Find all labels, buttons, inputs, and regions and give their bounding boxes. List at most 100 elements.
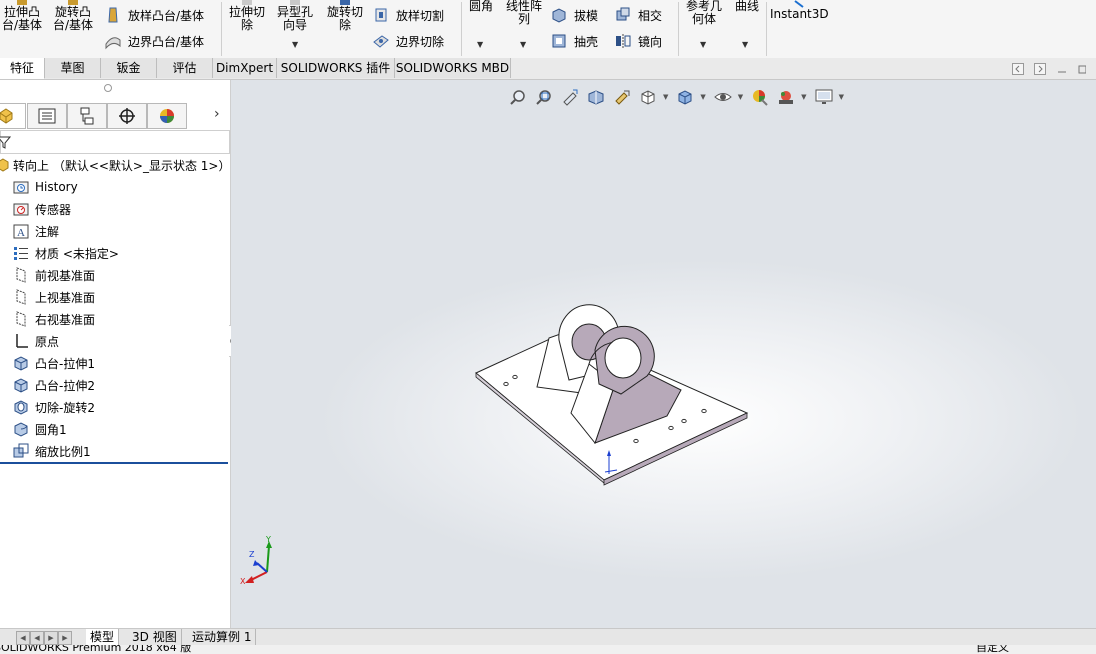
zoom-to-fit-button[interactable] xyxy=(507,87,529,107)
hide-show-dropdown-icon[interactable]: ▼ xyxy=(738,93,743,101)
tree-item-label: 原点 xyxy=(35,334,60,349)
tile-left-icon[interactable] xyxy=(1012,63,1024,75)
shell-button[interactable]: 抽壳 xyxy=(550,31,598,51)
tree-item[interactable]: 上视基准面 xyxy=(12,287,95,307)
reference-geometry-button[interactable]: 参考几 何体 xyxy=(682,0,726,26)
boundary-cut-label: 边界切除 xyxy=(396,34,445,49)
front-lug-bore xyxy=(604,337,642,379)
extrude-boss-button[interactable]: 拉伸凸 台/基体 xyxy=(0,0,44,32)
display-manager-tab[interactable] xyxy=(147,103,187,129)
tab-motion-study[interactable]: 运动算例 1 xyxy=(188,629,257,645)
view-orientation-button[interactable] xyxy=(637,87,659,107)
tree-item[interactable]: History xyxy=(12,177,78,197)
tree-item[interactable]: 缩放比例1 xyxy=(12,441,91,461)
tab-sketch[interactable]: 草图 xyxy=(45,58,101,78)
panel-more-chevron-icon[interactable]: › xyxy=(214,106,220,122)
configuration-manager-tab[interactable] xyxy=(67,103,107,129)
zoom-to-area-button[interactable] xyxy=(533,87,555,107)
previous-view-button[interactable] xyxy=(559,87,581,107)
tree-item[interactable]: 圆角1 xyxy=(12,419,67,439)
tab-model[interactable]: 模型 xyxy=(86,629,120,645)
part-model-3d[interactable] xyxy=(471,298,751,488)
tree-item[interactable]: 材质 <未指定> xyxy=(12,243,119,263)
tree-item-label: 右视基准面 xyxy=(35,312,96,327)
tree-item[interactable]: 凸台-拉伸1 xyxy=(12,353,95,373)
appearance-pie-icon xyxy=(160,109,174,123)
last-tab-arrow-icon[interactable]: ▶ xyxy=(58,631,72,645)
next-tab-arrow-icon[interactable]: ▶ xyxy=(44,631,58,645)
property-manager-tab[interactable] xyxy=(27,103,67,129)
tree-item-label: 缩放比例1 xyxy=(35,444,91,459)
graphics-area[interactable]: ▼ ▼ ▼ ▼ ▼ Y Z X xyxy=(231,80,1096,628)
tab-features[interactable]: 特征 xyxy=(0,58,45,79)
bottom-tab-bar: ◀ ◀ ▶ ▶ 模型 3D 视图 运动算例 1 xyxy=(0,628,1096,646)
tab-evaluate[interactable]: 评估 xyxy=(157,58,213,78)
linear-pattern-label: 线性阵 列 xyxy=(505,0,542,26)
tree-item[interactable]: 原点 xyxy=(12,331,59,351)
view-orientation-dropdown-icon[interactable]: ▼ xyxy=(663,93,668,101)
revolve-boss-button[interactable]: 旋转凸 台/基体 xyxy=(51,0,95,32)
rollback-bar[interactable] xyxy=(0,462,228,464)
curves-button[interactable]: 曲线 xyxy=(730,0,764,13)
tab-3d-views[interactable]: 3D 视图 xyxy=(128,629,182,645)
intersect-button[interactable]: 相交 xyxy=(614,5,662,25)
instant3d-button[interactable]: Instant3D xyxy=(770,0,829,21)
tree-item-label: 上视基准面 xyxy=(35,290,96,305)
draft-button[interactable]: 拔模 xyxy=(550,5,598,25)
tree-filter-bar[interactable] xyxy=(0,130,230,154)
curves-dropdown-icon[interactable]: ▼ xyxy=(742,40,748,49)
boundary-boss-button[interactable]: 边界凸台/基体 xyxy=(104,31,204,51)
feature-manager-tab[interactable] xyxy=(0,103,26,129)
mirror-button[interactable]: 镜向 xyxy=(614,31,662,51)
loft-boss-button[interactable]: 放样凸台/基体 xyxy=(104,5,204,25)
view-settings-dropdown-icon[interactable]: ▼ xyxy=(839,93,844,101)
tile-right-icon[interactable] xyxy=(1034,63,1046,75)
extrude-cut-button[interactable]: 拉伸切 除 xyxy=(225,0,269,32)
tree-item[interactable]: 右视基准面 xyxy=(12,309,95,329)
boundary-cut-button[interactable]: 边界切除 xyxy=(372,31,444,51)
loft-cut-button[interactable]: 放样切割 xyxy=(372,5,444,25)
boundary-boss-label: 边界凸台/基体 xyxy=(128,34,205,49)
dimxpert-manager-tab[interactable] xyxy=(107,103,147,129)
prev-tab-arrow-icon[interactable]: ◀ xyxy=(30,631,44,645)
section-view-button[interactable] xyxy=(585,87,607,107)
filter-funnel-icon[interactable] xyxy=(0,135,11,149)
panel-grip-handle[interactable] xyxy=(104,84,112,92)
tree-item[interactable]: 传感器 xyxy=(12,199,71,219)
tree-item[interactable]: 凸台-拉伸2 xyxy=(12,375,95,395)
hole-wizard-button[interactable]: 异型孔 向导 xyxy=(273,0,317,32)
edit-appearance-button[interactable] xyxy=(749,87,771,107)
tab-dimxpert[interactable]: DimXpert xyxy=(213,58,277,78)
tab-solidworks-addins[interactable]: SOLIDWORKS 插件 xyxy=(277,58,395,78)
panel-tabs: › xyxy=(0,103,230,129)
hole-wizard-dropdown-icon[interactable]: ▼ xyxy=(292,40,298,49)
eye-icon xyxy=(714,93,732,101)
tab-solidworks-mbd[interactable]: SOLIDWORKS MBD xyxy=(395,58,511,78)
first-tab-arrow-icon[interactable]: ◀ xyxy=(16,631,30,645)
previous-view-icon xyxy=(563,89,578,106)
fillet-button[interactable]: 圆角 xyxy=(464,0,498,13)
view-settings-button[interactable] xyxy=(813,87,835,107)
display-style-dropdown-icon[interactable]: ▼ xyxy=(700,93,705,101)
revolve-cut-button[interactable]: 旋转切 除 xyxy=(323,0,367,32)
linear-pattern-dropdown-icon[interactable]: ▼ xyxy=(520,40,526,49)
dynamic-annotation-button[interactable] xyxy=(611,87,633,107)
tree-item[interactable]: 前视基准面 xyxy=(12,265,95,285)
linear-pattern-button[interactable]: 线性阵 列 xyxy=(502,0,546,26)
reference-geometry-dropdown-icon[interactable]: ▼ xyxy=(700,40,706,49)
status-units-custom[interactable]: 自定义 xyxy=(976,645,1009,654)
tree-item[interactable]: A 注解 xyxy=(12,221,59,241)
tab-sheet-metal[interactable]: 钣金 xyxy=(101,58,157,78)
display-style-button[interactable] xyxy=(674,87,696,107)
shell-icon xyxy=(552,34,566,48)
origin-icon xyxy=(16,334,28,348)
hide-show-items-button[interactable] xyxy=(712,87,734,107)
apply-scene-button[interactable] xyxy=(775,87,797,107)
restore-icon[interactable] xyxy=(1078,63,1086,75)
feature-manager-panel: › 转向上 （默认<<默认>_显示状态 1>） History 传感器 A 注解 材质 … xyxy=(0,80,238,628)
fillet-dropdown-icon[interactable]: ▼ xyxy=(477,40,483,49)
tree-root-part[interactable]: 转向上 （默认<<默认>_显示状态 1>） xyxy=(0,155,230,175)
apply-scene-dropdown-icon[interactable]: ▼ xyxy=(801,93,806,101)
tree-item[interactable]: 切除-旋转2 xyxy=(12,397,95,417)
minimize-icon[interactable] xyxy=(1056,63,1068,75)
